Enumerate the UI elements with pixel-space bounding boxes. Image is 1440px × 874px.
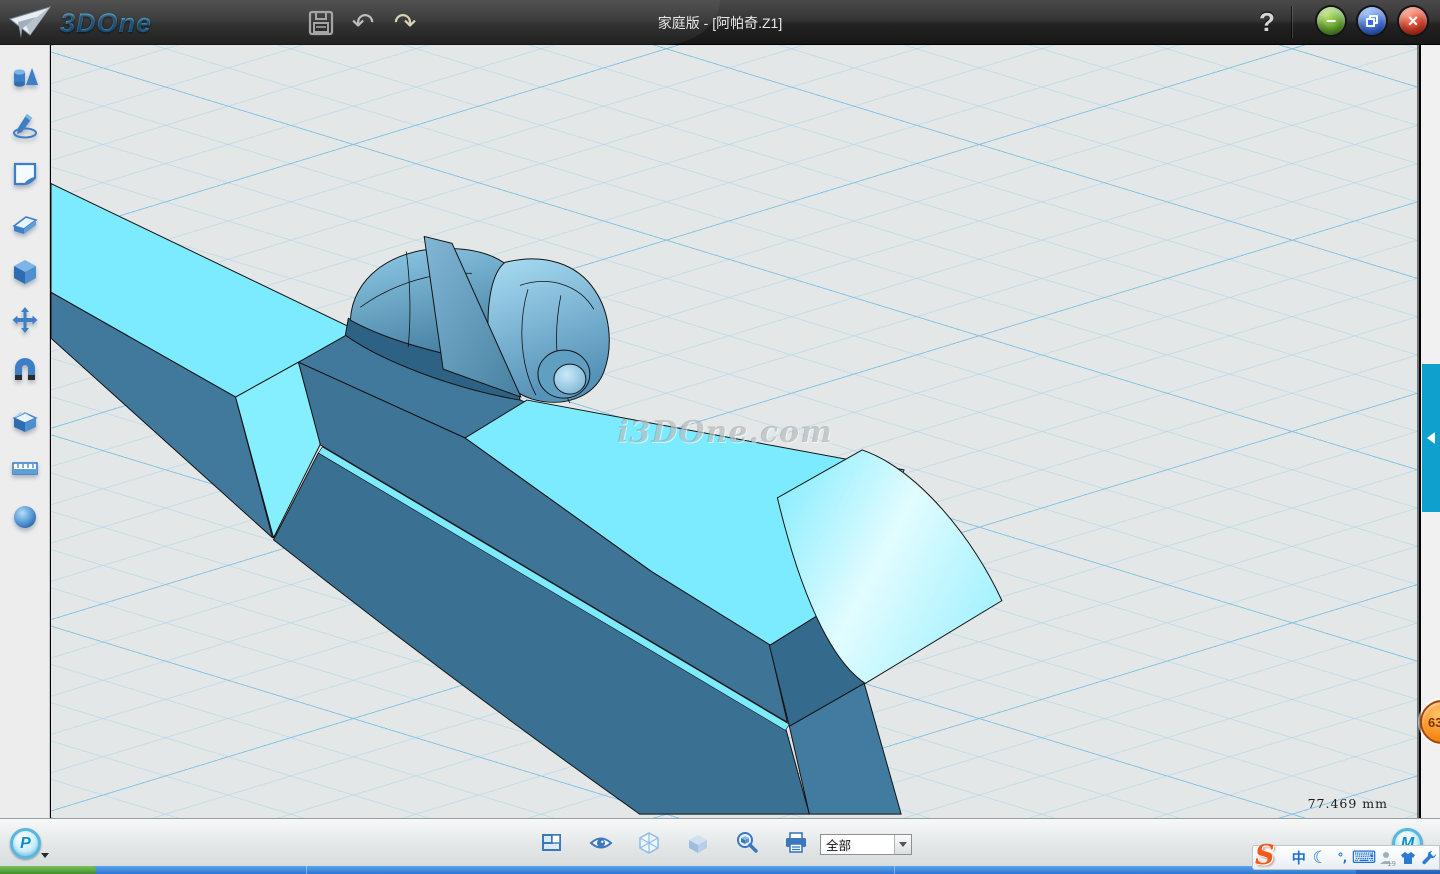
sidebar-tool-magnet-assembly[interactable] xyxy=(7,352,43,388)
os-taskbar-edge xyxy=(0,866,1440,874)
eye-icon xyxy=(589,832,613,854)
chevron-down-icon xyxy=(899,842,907,847)
zoom-button[interactable] xyxy=(735,831,759,855)
help-button[interactable]: ? xyxy=(1250,4,1284,40)
sidebar-tool-sketch-plane[interactable] xyxy=(7,156,43,192)
eraser-icon xyxy=(10,209,40,239)
paper-plane-icon xyxy=(8,5,52,41)
sidebar-tool-eraser-edit[interactable] xyxy=(7,206,43,242)
taskbar-separator xyxy=(894,866,895,874)
title-bar: 3DOne ↶ ↷ 家庭版 - [阿帕奇.Z1] ? − × xyxy=(0,0,1440,45)
cylinder-bore xyxy=(554,364,586,394)
punctuation-icon[interactable]: °‚ xyxy=(1332,847,1352,869)
sidebar-tool-move-transform[interactable] xyxy=(7,303,43,339)
status-toolbar: P xyxy=(0,818,1440,866)
sphere-icon xyxy=(10,502,40,532)
profile-dropdown-caret[interactable] xyxy=(41,853,49,858)
primitive-solids-icon xyxy=(10,63,40,93)
model-faces xyxy=(51,184,1002,815)
sidebar-tool-material-sphere[interactable] xyxy=(7,499,43,535)
magnet-icon xyxy=(10,355,40,385)
brand-text: 3DOne xyxy=(60,8,152,39)
close-button[interactable]: × xyxy=(1399,7,1427,35)
shaded-view-button[interactable] xyxy=(686,831,710,855)
restore-icon xyxy=(1366,15,1378,27)
save-button[interactable] xyxy=(306,8,336,38)
sidebar-tool-feature-cube[interactable] xyxy=(7,254,43,290)
tool-sidebar xyxy=(0,45,50,818)
ruler-icon xyxy=(10,453,40,483)
start-button-edge[interactable] xyxy=(0,866,96,874)
watermark: i3DOne.com xyxy=(617,415,833,450)
wrench-icon xyxy=(1422,850,1437,865)
layout-plane-button[interactable] xyxy=(540,831,564,855)
restore-button[interactable] xyxy=(1358,7,1386,35)
ime-toolbar: S 中 ☾ °‚ ⌨ 19 xyxy=(1252,845,1440,870)
wireframe-view-button[interactable] xyxy=(637,831,661,855)
tshirt-icon xyxy=(1400,851,1416,865)
move-arrows-icon xyxy=(10,306,40,336)
wireframe-cube-icon xyxy=(638,832,660,854)
skin-shirt-icon[interactable] xyxy=(1398,847,1418,869)
taskbar-separator xyxy=(306,866,307,874)
user-stats-icon[interactable]: 19 xyxy=(1377,847,1397,869)
save-floppy-icon xyxy=(308,10,334,36)
ime-language-toggle[interactable]: 中 xyxy=(1289,847,1309,869)
printer-icon xyxy=(784,832,808,854)
sogou-logo-icon[interactable]: S xyxy=(1255,840,1275,871)
display-filter-select[interactable]: 全部 xyxy=(820,834,912,855)
viewport-3d[interactable]: i3DOne.com 77.469 mm xyxy=(51,45,1419,818)
dimension-readout: 77.469 mm xyxy=(1308,796,1388,811)
half-moon-icon[interactable]: ☾ xyxy=(1311,847,1331,869)
visibility-button[interactable] xyxy=(589,831,613,855)
print-button[interactable] xyxy=(784,831,808,855)
app-logo: 3DOne xyxy=(8,4,152,42)
open-box-icon xyxy=(10,404,40,434)
shaded-cube-icon xyxy=(687,832,709,854)
plane-layout-icon xyxy=(541,832,563,854)
profile-button[interactable]: P xyxy=(10,828,41,859)
minimize-button[interactable]: − xyxy=(1317,7,1345,35)
sketch-plane-icon xyxy=(10,159,40,189)
panel-expand-tab[interactable] xyxy=(1422,364,1440,512)
sidebar-tool-primitive-solids[interactable] xyxy=(7,60,43,96)
chevron-left-icon xyxy=(1427,432,1435,444)
sidebar-tool-open-box[interactable] xyxy=(7,401,43,437)
cube-icon xyxy=(10,257,40,287)
magnifier-icon xyxy=(735,831,759,855)
undo-button[interactable]: ↶ xyxy=(348,8,378,38)
sidebar-tool-measure-ruler[interactable] xyxy=(7,450,43,486)
soft-keyboard-icon[interactable]: ⌨ xyxy=(1354,847,1375,869)
titlebar-separator xyxy=(1292,6,1293,39)
sketch-pencil-icon xyxy=(10,111,40,141)
redo-button[interactable]: ↷ xyxy=(390,8,420,38)
display-filter-value: 全部 xyxy=(821,835,894,854)
sidebar-tool-sketch-draw[interactable] xyxy=(7,108,43,144)
combo-arrow-button[interactable] xyxy=(894,835,911,854)
ime-settings-icon[interactable] xyxy=(1420,847,1440,869)
user-stat-count: 19 xyxy=(1387,860,1396,868)
